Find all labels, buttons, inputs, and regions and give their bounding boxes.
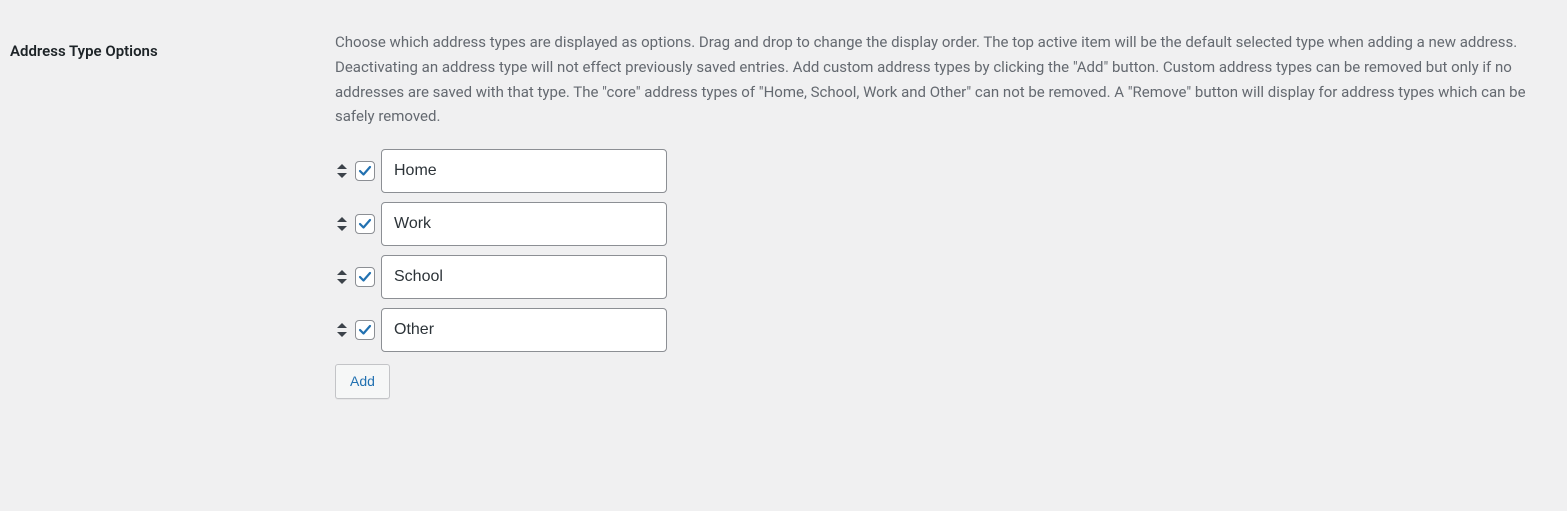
drag-handle-icon[interactable]	[335, 269, 349, 285]
address-type-input[interactable]	[381, 255, 667, 299]
address-type-input[interactable]	[381, 202, 667, 246]
active-checkbox[interactable]	[355, 214, 375, 234]
address-type-input[interactable]	[381, 308, 667, 352]
section-description: Choose which address types are displayed…	[335, 30, 1547, 129]
drag-handle-icon[interactable]	[335, 216, 349, 232]
address-type-input[interactable]	[381, 149, 667, 193]
section-content: Choose which address types are displayed…	[335, 30, 1557, 399]
list-item	[335, 149, 1547, 193]
list-item	[335, 308, 1547, 352]
active-checkbox[interactable]	[355, 320, 375, 340]
list-item	[335, 202, 1547, 246]
settings-row: Address Type Options Choose which addres…	[0, 0, 1567, 419]
active-checkbox[interactable]	[355, 161, 375, 181]
address-type-list	[335, 149, 1547, 352]
drag-handle-icon[interactable]	[335, 322, 349, 338]
list-item	[335, 255, 1547, 299]
section-title: Address Type Options	[10, 30, 335, 399]
drag-handle-icon[interactable]	[335, 163, 349, 179]
active-checkbox[interactable]	[355, 267, 375, 287]
add-button[interactable]: Add	[335, 364, 390, 399]
